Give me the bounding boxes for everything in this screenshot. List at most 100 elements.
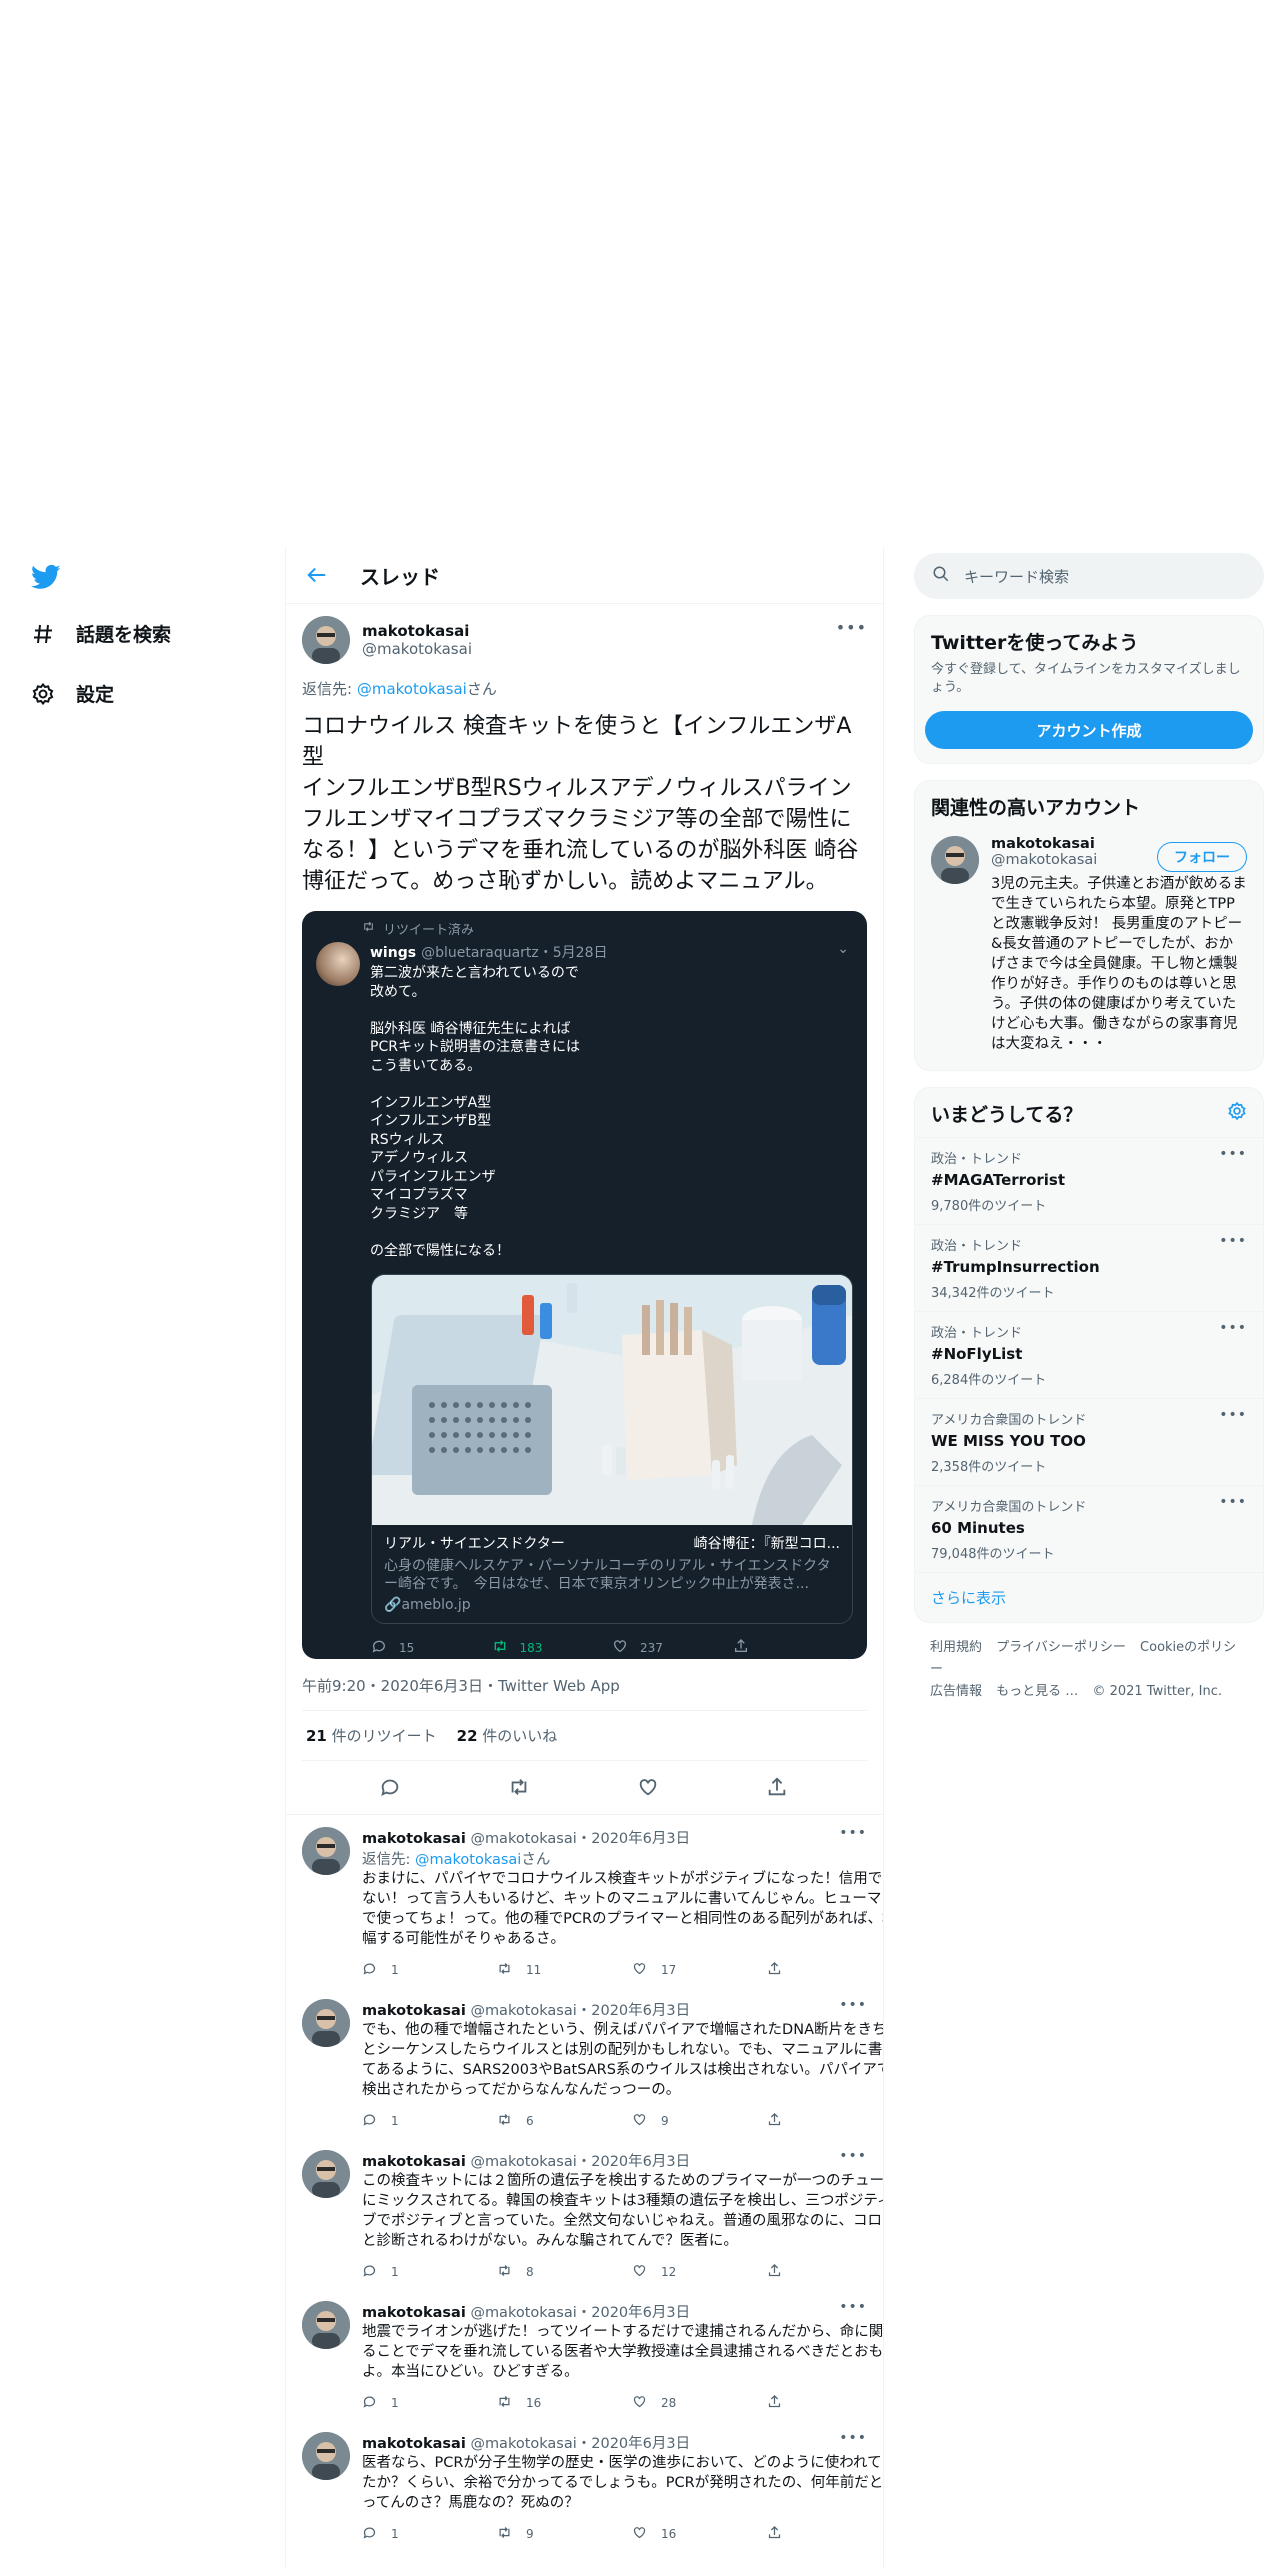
more-options-icon[interactable]: ••• bbox=[839, 1997, 867, 2013]
share-icon[interactable] bbox=[766, 1776, 790, 1800]
quote-text: 第二波が来たと言われているので 改めて。 脳外科医 崎谷博征先生によれば PCR… bbox=[370, 965, 580, 1259]
reply-author-handle: @makotokasai・2020年6月3日 bbox=[470, 1831, 691, 1847]
share-button[interactable] bbox=[767, 1961, 883, 1979]
like-button[interactable]: 16 bbox=[632, 2525, 767, 2543]
page-title: スレッド bbox=[360, 565, 440, 589]
reply-button[interactable]: 1 bbox=[362, 2112, 497, 2130]
footer-more[interactable]: もっと見る … bbox=[996, 1684, 1078, 1699]
like-button[interactable]: 17 bbox=[632, 1961, 767, 1979]
quote-like-button[interactable]: 237 bbox=[612, 1638, 733, 1657]
reply-button[interactable]: 1 bbox=[362, 2394, 497, 2412]
related-account[interactable]: makotokasai @makotokasai 3児の元主夫。子供達とお酒が飲… bbox=[915, 826, 1263, 1070]
heart-icon bbox=[612, 1638, 628, 1657]
trend-item[interactable]: 政治・トレンド #TrumpInsurrection 34,342件のツイート … bbox=[915, 1225, 1263, 1312]
link-card[interactable]: リアル・サイエンスドクター 崎谷博征：『新型コロ... 心身の健康ヘルスケア・パー… bbox=[371, 1274, 853, 1624]
search-bar[interactable]: キーワード検索 bbox=[914, 553, 1264, 599]
trend-item[interactable]: アメリカ合衆国のトレンド 60 Minutes 79,048件のツイート ••• bbox=[915, 1486, 1263, 1573]
nav-settings[interactable]: 設定 bbox=[30, 680, 114, 707]
trend-item[interactable]: 政治・トレンド #MAGATerrorist 9,780件のツイート ••• bbox=[915, 1138, 1263, 1225]
quoted-tweet[interactable]: リツイート済み ⌄ wings @bluetaraquartz・5月28日 第二… bbox=[302, 911, 867, 1659]
quote-reply-button[interactable]: 15 bbox=[371, 1638, 492, 1657]
like-button[interactable]: 12 bbox=[632, 2263, 767, 2281]
nav-explore[interactable]: 話題を検索 bbox=[30, 620, 171, 647]
trend-item[interactable]: 政治・トレンド #NoFlyList 6,284件のツイート ••• bbox=[915, 1312, 1263, 1399]
more-options-icon[interactable]: ••• bbox=[839, 2430, 867, 2446]
reply-icon bbox=[362, 2394, 377, 2412]
more-options-icon[interactable]: ••• bbox=[1219, 1233, 1247, 1249]
retweet-button[interactable]: 16 bbox=[497, 2394, 632, 2412]
avatar[interactable] bbox=[302, 616, 350, 664]
retweet-icon bbox=[362, 920, 375, 937]
retweet-button[interactable]: 9 bbox=[497, 2525, 632, 2543]
reply-to-prefix: 返信先: bbox=[362, 1852, 415, 1868]
reply-button[interactable]: 1 bbox=[362, 2525, 497, 2543]
reply-to-link[interactable]: @makotokasai bbox=[415, 1852, 521, 1868]
reply-icon[interactable] bbox=[379, 1776, 403, 1800]
create-account-button[interactable]: アカウント作成 bbox=[925, 711, 1253, 749]
avatar[interactable] bbox=[931, 836, 979, 884]
trend-item[interactable]: アメリカ合衆国のトレンド WE MISS YOU TOO 2,358件のツイート… bbox=[915, 1399, 1263, 1486]
list-item[interactable]: makotokasai @makotokasai・2020年6月3日 返信先: … bbox=[286, 1815, 883, 1987]
show-more-link[interactable]: さらに表示 bbox=[915, 1573, 1263, 1622]
avatar[interactable] bbox=[302, 1827, 350, 1875]
like-stat[interactable]: 22 件のいいね bbox=[457, 1725, 558, 1746]
quote-retweet-button[interactable]: 183 bbox=[492, 1638, 613, 1657]
quote-actions: 15 183 237 bbox=[371, 1638, 853, 1657]
list-item[interactable]: makotokasai @makotokasai・2020年6月3日 医者なら、… bbox=[286, 2420, 883, 2551]
retweet-icon[interactable] bbox=[508, 1776, 532, 1800]
search-input[interactable]: キーワード検索 bbox=[964, 566, 1069, 587]
retweet-button[interactable]: 6 bbox=[497, 2112, 632, 2130]
link-card-image bbox=[372, 1275, 852, 1525]
share-icon bbox=[767, 2263, 782, 2281]
more-options-icon[interactable]: ••• bbox=[839, 2299, 867, 2315]
reply-button[interactable]: 1 bbox=[362, 1961, 497, 1979]
heart-icon[interactable] bbox=[637, 1776, 661, 1800]
reply-to: 返信先: @makotokasaiさん bbox=[302, 678, 867, 699]
main-tweet-author[interactable]: makotokasai @makotokasai bbox=[302, 616, 867, 664]
footer-privacy[interactable]: プライバシーポリシー bbox=[996, 1640, 1126, 1655]
more-options-icon[interactable]: ••• bbox=[836, 618, 867, 637]
share-button[interactable] bbox=[767, 2112, 883, 2130]
retweet-count: 8 bbox=[526, 2265, 534, 2279]
reply-button[interactable]: 1 bbox=[362, 2263, 497, 2281]
tweet-meta[interactable]: 午前9:20・2020年6月3日・Twitter Web App bbox=[302, 1675, 867, 1711]
retweet-icon bbox=[497, 2394, 512, 2412]
avatar[interactable] bbox=[302, 2150, 350, 2198]
chevron-down-icon[interactable]: ⌄ bbox=[837, 941, 849, 957]
reply-to-link[interactable]: @makotokasai bbox=[357, 680, 467, 698]
list-item[interactable]: makotokasai @makotokasai・2020年6月3日 でも、他の… bbox=[286, 1987, 883, 2138]
footer-terms[interactable]: 利用規約 bbox=[930, 1640, 982, 1655]
main-tweet-actions bbox=[286, 1761, 883, 1815]
back-arrow-icon[interactable] bbox=[306, 564, 330, 588]
more-options-icon[interactable]: ••• bbox=[1219, 1320, 1247, 1336]
like-button[interactable]: 9 bbox=[632, 2112, 767, 2130]
list-item[interactable]: makotokasai @makotokasai・2020年6月3日 この検査キ… bbox=[286, 2138, 883, 2289]
more-options-icon[interactable]: ••• bbox=[839, 1825, 867, 1841]
more-options-icon[interactable]: ••• bbox=[839, 2148, 867, 2164]
avatar[interactable] bbox=[302, 2432, 350, 2480]
avatar[interactable] bbox=[302, 1999, 350, 2047]
more-options-icon[interactable]: ••• bbox=[1219, 1407, 1247, 1423]
like-count: 17 bbox=[661, 1963, 677, 1977]
share-button[interactable] bbox=[767, 2525, 883, 2543]
quote-avatar[interactable] bbox=[316, 942, 360, 986]
list-item[interactable]: makotokasai @makotokasai・2020年6月3日 地震でライ… bbox=[286, 2289, 883, 2420]
more-options-icon[interactable]: ••• bbox=[1219, 1494, 1247, 1510]
link-card-domain: ameblo.jp bbox=[401, 1597, 471, 1613]
more-options-icon[interactable]: ••• bbox=[1219, 1146, 1247, 1162]
share-button[interactable] bbox=[767, 2394, 883, 2412]
related-bio: 3児の元主夫。子供達とお酒が飲めるまで生きていられたら本望。原発とTPPと改憲戦… bbox=[991, 876, 1247, 1052]
footer-ads[interactable]: 広告情報 bbox=[930, 1684, 982, 1699]
retweet-button[interactable]: 11 bbox=[497, 1961, 632, 1979]
quote-share-button[interactable] bbox=[733, 1638, 854, 1657]
like-button[interactable]: 28 bbox=[632, 2394, 767, 2412]
twitter-logo-icon[interactable] bbox=[30, 562, 62, 592]
retweet-button[interactable]: 8 bbox=[497, 2263, 632, 2281]
retweet-stat[interactable]: 21 件のリツイート bbox=[306, 1725, 437, 1746]
avatar[interactable] bbox=[302, 2301, 350, 2349]
signup-box: Twitterを使ってみよう 今すぐ登録して、タイムラインをカスタマイズしましょ… bbox=[914, 615, 1264, 764]
gear-icon[interactable] bbox=[1227, 1101, 1247, 1126]
reply-to-prefix: 返信先: bbox=[302, 680, 357, 698]
follow-button[interactable]: フォロー bbox=[1157, 842, 1247, 872]
share-button[interactable] bbox=[767, 2263, 883, 2281]
